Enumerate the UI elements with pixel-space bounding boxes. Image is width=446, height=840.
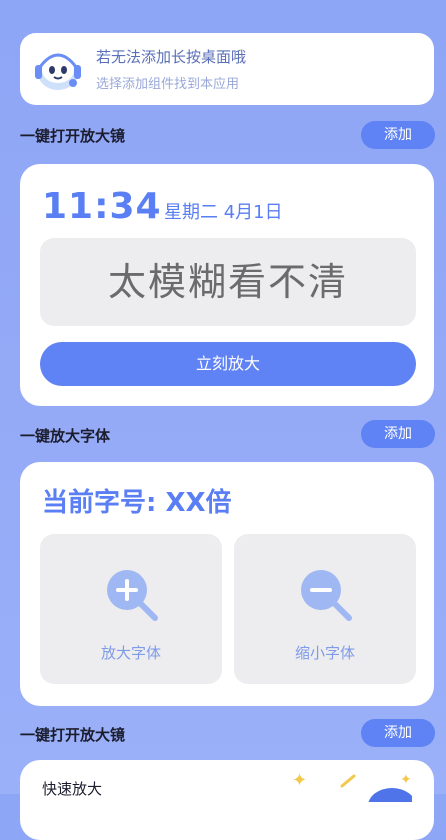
tip-subtitle: 选择添加组件找到本应用: [96, 77, 240, 92]
magnifier-widget-card: 11:34 星期二 4月1日 太模糊看不清 立刻放大: [20, 164, 434, 406]
enlarge-font-tile[interactable]: 放大字体: [40, 534, 222, 684]
clock-time: 11:34: [42, 186, 162, 227]
zoom-now-button[interactable]: 立刻放大: [40, 342, 416, 386]
section-title-magnifier: 一键打开放大镜: [20, 127, 126, 145]
zoom-in-icon: [107, 570, 158, 621]
add-quick-zoom-widget-button[interactable]: 添加: [361, 719, 435, 747]
add-magnifier-widget-button[interactable]: 添加: [361, 121, 435, 149]
add-font-widget-button[interactable]: 添加: [361, 420, 435, 448]
shrink-font-label: 缩小字体: [294, 644, 355, 662]
clock-date: 星期二 4月1日: [164, 202, 283, 223]
section-title-font: 一键放大字体: [20, 427, 111, 445]
zoom-out-icon: [301, 570, 352, 621]
blurry-text-preview: 太模糊看不清: [40, 238, 416, 326]
quick-zoom-widget-card: 快速放大 ✦ ✦: [20, 760, 434, 840]
shrink-font-tile[interactable]: 缩小字体: [234, 534, 416, 684]
quick-zoom-title: 快速放大: [42, 780, 103, 798]
current-font-size: 当前字号: XX倍: [42, 488, 232, 518]
font-widget-card: 当前字号: XX倍 放大字体 缩小字体: [20, 462, 434, 706]
sparkle-icon: ✦: [292, 770, 308, 791]
magnifier-illustration-icon: [340, 774, 412, 802]
enlarge-font-label: 放大字体: [100, 644, 161, 662]
robot-mascot-icon: [35, 53, 81, 90]
tip-title: 若无法添加长按桌面哦: [96, 48, 247, 66]
widget-tip-card: 若无法添加长按桌面哦 选择添加组件找到本应用: [20, 33, 434, 105]
section-title-magnifier-2: 一键打开放大镜: [20, 726, 126, 744]
